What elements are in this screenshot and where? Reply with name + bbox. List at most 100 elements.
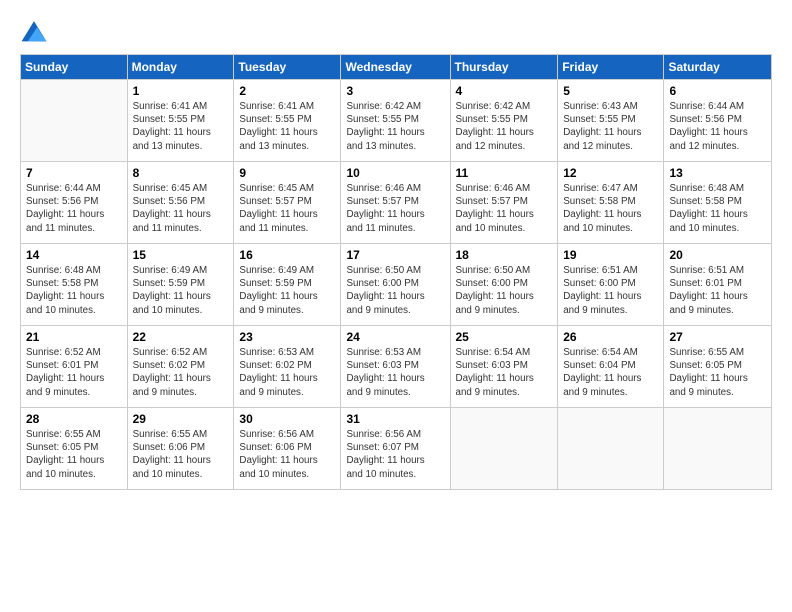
calendar-cell: 15 Sunrise: 6:49 AM Sunset: 5:59 PM Dayli…	[127, 244, 234, 326]
day-number: 18	[456, 248, 553, 262]
day-number: 22	[133, 330, 229, 344]
calendar-cell: 16 Sunrise: 6:49 AM Sunset: 5:59 PM Dayli…	[234, 244, 341, 326]
weekday-header-tuesday: Tuesday	[234, 55, 341, 80]
calendar-cell: 6 Sunrise: 6:44 AM Sunset: 5:56 PM Daylig…	[664, 80, 772, 162]
day-number: 6	[669, 84, 766, 98]
calendar-cell: 27 Sunrise: 6:55 AM Sunset: 6:05 PM Dayli…	[664, 326, 772, 408]
calendar-cell: 21 Sunrise: 6:52 AM Sunset: 6:01 PM Dayli…	[21, 326, 128, 408]
day-detail: Sunrise: 6:42 AM Sunset: 5:55 PM Dayligh…	[346, 100, 444, 153]
week-row-4: 21 Sunrise: 6:52 AM Sunset: 6:01 PM Dayli…	[21, 326, 772, 408]
day-number: 8	[133, 166, 229, 180]
day-detail: Sunrise: 6:51 AM Sunset: 6:01 PM Dayligh…	[669, 264, 766, 317]
calendar-cell: 8 Sunrise: 6:45 AM Sunset: 5:56 PM Daylig…	[127, 162, 234, 244]
weekday-header-monday: Monday	[127, 55, 234, 80]
calendar-cell: 22 Sunrise: 6:52 AM Sunset: 6:02 PM Dayli…	[127, 326, 234, 408]
day-detail: Sunrise: 6:50 AM Sunset: 6:00 PM Dayligh…	[346, 264, 444, 317]
day-number: 15	[133, 248, 229, 262]
weekday-header-sunday: Sunday	[21, 55, 128, 80]
day-detail: Sunrise: 6:46 AM Sunset: 5:57 PM Dayligh…	[456, 182, 553, 235]
day-detail: Sunrise: 6:48 AM Sunset: 5:58 PM Dayligh…	[26, 264, 122, 317]
day-number: 9	[239, 166, 335, 180]
day-number: 1	[133, 84, 229, 98]
calendar-cell: 9 Sunrise: 6:45 AM Sunset: 5:57 PM Daylig…	[234, 162, 341, 244]
day-detail: Sunrise: 6:45 AM Sunset: 5:57 PM Dayligh…	[239, 182, 335, 235]
day-number: 19	[563, 248, 658, 262]
header	[20, 18, 772, 46]
day-number: 24	[346, 330, 444, 344]
calendar-cell: 28 Sunrise: 6:55 AM Sunset: 6:05 PM Dayli…	[21, 408, 128, 490]
day-detail: Sunrise: 6:44 AM Sunset: 5:56 PM Dayligh…	[26, 182, 122, 235]
calendar-cell: 2 Sunrise: 6:41 AM Sunset: 5:55 PM Daylig…	[234, 80, 341, 162]
day-detail: Sunrise: 6:54 AM Sunset: 6:03 PM Dayligh…	[456, 346, 553, 399]
calendar-cell: 4 Sunrise: 6:42 AM Sunset: 5:55 PM Daylig…	[450, 80, 558, 162]
day-number: 17	[346, 248, 444, 262]
logo	[20, 18, 52, 46]
day-detail: Sunrise: 6:49 AM Sunset: 5:59 PM Dayligh…	[133, 264, 229, 317]
day-number: 11	[456, 166, 553, 180]
calendar-cell: 17 Sunrise: 6:50 AM Sunset: 6:00 PM Dayli…	[341, 244, 450, 326]
day-detail: Sunrise: 6:41 AM Sunset: 5:55 PM Dayligh…	[133, 100, 229, 153]
weekday-header-wednesday: Wednesday	[341, 55, 450, 80]
day-detail: Sunrise: 6:42 AM Sunset: 5:55 PM Dayligh…	[456, 100, 553, 153]
day-detail: Sunrise: 6:45 AM Sunset: 5:56 PM Dayligh…	[133, 182, 229, 235]
day-detail: Sunrise: 6:46 AM Sunset: 5:57 PM Dayligh…	[346, 182, 444, 235]
day-number: 5	[563, 84, 658, 98]
day-number: 28	[26, 412, 122, 426]
day-detail: Sunrise: 6:50 AM Sunset: 6:00 PM Dayligh…	[456, 264, 553, 317]
day-number: 25	[456, 330, 553, 344]
day-number: 31	[346, 412, 444, 426]
weekday-header-thursday: Thursday	[450, 55, 558, 80]
day-detail: Sunrise: 6:56 AM Sunset: 6:06 PM Dayligh…	[239, 428, 335, 481]
day-detail: Sunrise: 6:55 AM Sunset: 6:06 PM Dayligh…	[133, 428, 229, 481]
day-number: 21	[26, 330, 122, 344]
day-number: 16	[239, 248, 335, 262]
week-row-5: 28 Sunrise: 6:55 AM Sunset: 6:05 PM Dayli…	[21, 408, 772, 490]
calendar-cell: 23 Sunrise: 6:53 AM Sunset: 6:02 PM Dayli…	[234, 326, 341, 408]
day-detail: Sunrise: 6:56 AM Sunset: 6:07 PM Dayligh…	[346, 428, 444, 481]
day-number: 26	[563, 330, 658, 344]
calendar-cell	[558, 408, 664, 490]
week-row-2: 7 Sunrise: 6:44 AM Sunset: 5:56 PM Daylig…	[21, 162, 772, 244]
day-detail: Sunrise: 6:41 AM Sunset: 5:55 PM Dayligh…	[239, 100, 335, 153]
week-row-1: 1 Sunrise: 6:41 AM Sunset: 5:55 PM Daylig…	[21, 80, 772, 162]
day-detail: Sunrise: 6:54 AM Sunset: 6:04 PM Dayligh…	[563, 346, 658, 399]
day-detail: Sunrise: 6:52 AM Sunset: 6:02 PM Dayligh…	[133, 346, 229, 399]
calendar-cell: 30Sunrise: 6:56 AM Sunset: 6:06 PM Dayli…	[234, 408, 341, 490]
day-detail: Sunrise: 6:49 AM Sunset: 5:59 PM Dayligh…	[239, 264, 335, 317]
week-row-3: 14Sunrise: 6:48 AM Sunset: 5:58 PM Dayli…	[21, 244, 772, 326]
calendar-cell	[664, 408, 772, 490]
day-number: 3	[346, 84, 444, 98]
day-detail: Sunrise: 6:43 AM Sunset: 5:55 PM Dayligh…	[563, 100, 658, 153]
day-detail: Sunrise: 6:48 AM Sunset: 5:58 PM Dayligh…	[669, 182, 766, 235]
day-detail: Sunrise: 6:55 AM Sunset: 6:05 PM Dayligh…	[26, 428, 122, 481]
calendar-cell: 1 Sunrise: 6:41 AM Sunset: 5:55 PM Daylig…	[127, 80, 234, 162]
calendar-cell: 11 Sunrise: 6:46 AM Sunset: 5:57 PM Dayli…	[450, 162, 558, 244]
calendar-cell: 13Sunrise: 6:48 AM Sunset: 5:58 PM Dayli…	[664, 162, 772, 244]
logo-icon	[20, 18, 48, 46]
calendar-cell	[21, 80, 128, 162]
calendar-cell: 5 Sunrise: 6:43 AM Sunset: 5:55 PM Daylig…	[558, 80, 664, 162]
day-detail: Sunrise: 6:47 AM Sunset: 5:58 PM Dayligh…	[563, 182, 658, 235]
calendar-cell: 19 Sunrise: 6:51 AM Sunset: 6:00 PM Dayli…	[558, 244, 664, 326]
calendar-cell: 10Sunrise: 6:46 AM Sunset: 5:57 PM Dayli…	[341, 162, 450, 244]
page-container: SundayMondayTuesdayWednesdayThursdayFrid…	[0, 0, 792, 500]
day-number: 7	[26, 166, 122, 180]
day-detail: Sunrise: 6:53 AM Sunset: 6:03 PM Dayligh…	[346, 346, 444, 399]
day-detail: Sunrise: 6:53 AM Sunset: 6:02 PM Dayligh…	[239, 346, 335, 399]
day-number: 2	[239, 84, 335, 98]
weekday-header-row: SundayMondayTuesdayWednesdayThursdayFrid…	[21, 55, 772, 80]
day-detail: Sunrise: 6:44 AM Sunset: 5:56 PM Dayligh…	[669, 100, 766, 153]
day-number: 12	[563, 166, 658, 180]
day-number: 29	[133, 412, 229, 426]
day-number: 23	[239, 330, 335, 344]
calendar-cell: 18 Sunrise: 6:50 AM Sunset: 6:00 PM Dayli…	[450, 244, 558, 326]
day-detail: Sunrise: 6:52 AM Sunset: 6:01 PM Dayligh…	[26, 346, 122, 399]
calendar-cell: 26 Sunrise: 6:54 AM Sunset: 6:04 PM Dayli…	[558, 326, 664, 408]
day-number: 4	[456, 84, 553, 98]
calendar-cell: 24 Sunrise: 6:53 AM Sunset: 6:03 PM Dayli…	[341, 326, 450, 408]
day-number: 20	[669, 248, 766, 262]
day-number: 27	[669, 330, 766, 344]
day-detail: Sunrise: 6:51 AM Sunset: 6:00 PM Dayligh…	[563, 264, 658, 317]
day-detail: Sunrise: 6:55 AM Sunset: 6:05 PM Dayligh…	[669, 346, 766, 399]
calendar-cell: 3 Sunrise: 6:42 AM Sunset: 5:55 PM Daylig…	[341, 80, 450, 162]
